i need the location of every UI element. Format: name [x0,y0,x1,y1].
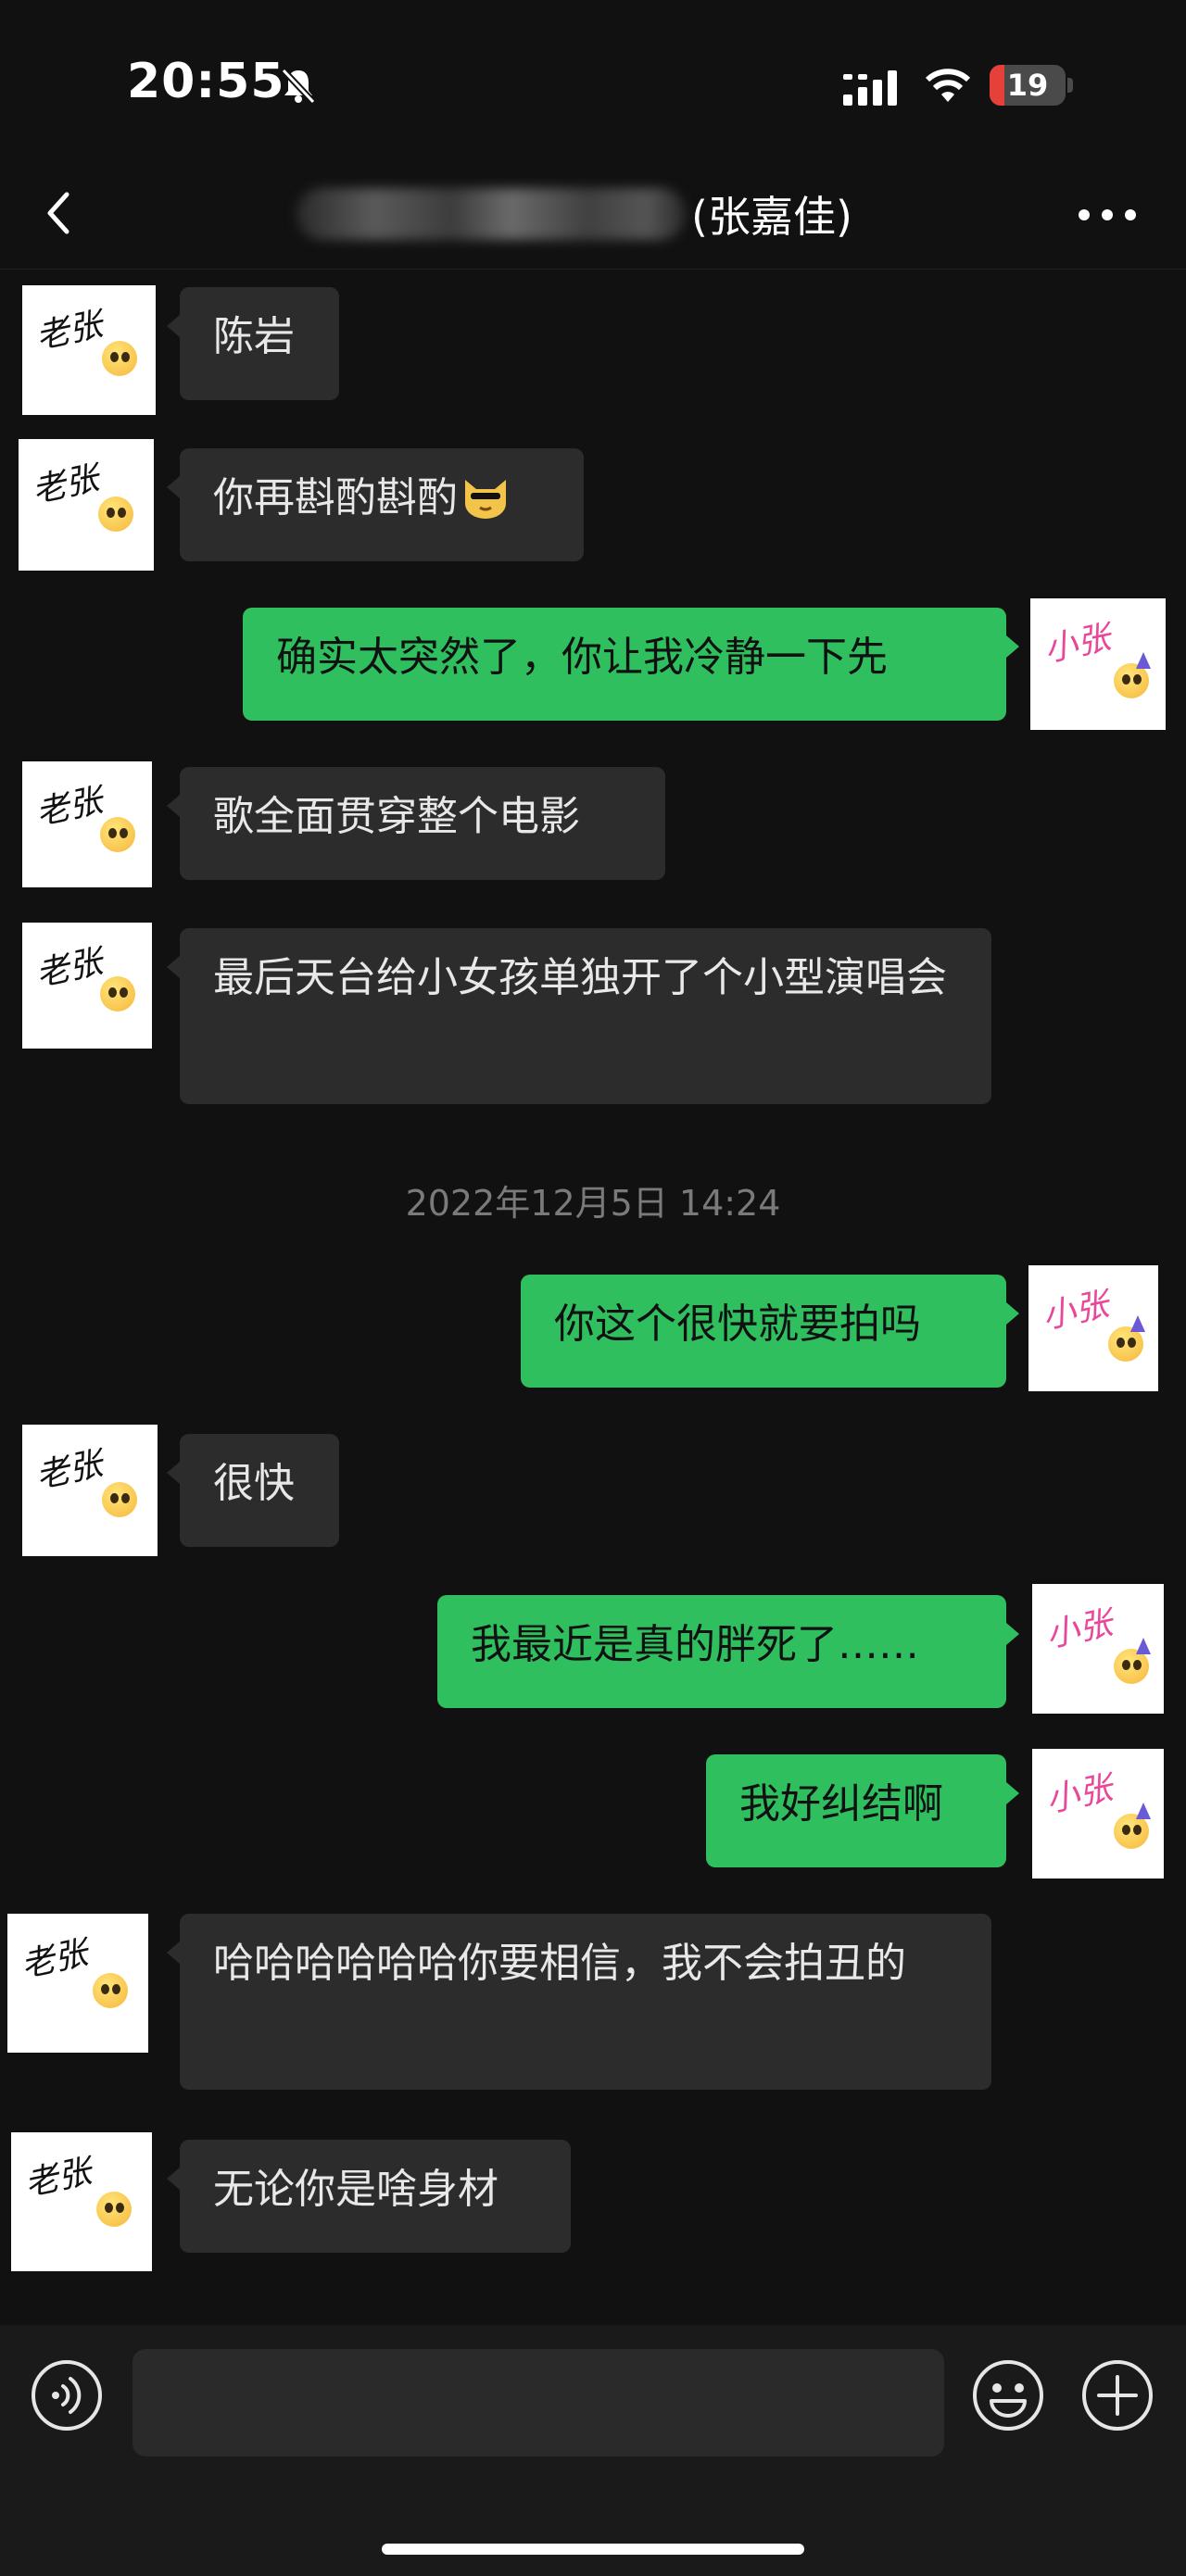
message-bubble[interactable]: 你再斟酌斟酌 [167,448,584,561]
status-bar: 20:55 19 [0,0,1186,176]
message-bubble[interactable]: 很快 [167,1434,339,1547]
cellular-signal-icon [843,70,897,106]
input-bar [0,2325,1186,2576]
cat-face-emoji-icon [465,480,506,519]
contact-avatar[interactable]: 老张 [22,285,156,415]
chat-title[interactable]: (张嘉佳) [296,182,852,246]
wifi-icon [925,69,971,102]
message-bubble[interactable]: 陈岩 [167,287,339,400]
status-time: 20:55 [127,54,285,109]
contact-avatar[interactable]: 老张 [11,2132,152,2271]
message-input[interactable] [132,2349,944,2457]
emoji-icon[interactable] [971,2358,1045,2432]
contact-avatar[interactable]: 老张 [22,923,152,1049]
message-bubble[interactable]: 我好纠结啊 [706,1754,1019,1867]
message-bubble[interactable]: 哈哈哈哈哈哈你要相信，我不会拍丑的 [167,1914,991,2090]
self-avatar[interactable]: 小张 [1028,1265,1158,1391]
message-bubble[interactable]: 无论你是啥身材 [167,2140,571,2253]
message-timestamp: 2022年12月5日 14:24 [405,1183,781,1224]
chat-title-text: (张嘉佳) [691,192,852,242]
message-bubble[interactable]: 确实太突然了，你让我冷静一下先 [243,608,1019,721]
battery-level: 19 [1006,68,1049,103]
more-dots-icon[interactable] [1075,204,1140,226]
self-avatar[interactable]: 小张 [1032,1749,1164,1879]
message-bubble[interactable]: 我最近是真的胖死了…… [437,1595,1019,1708]
message-bubble[interactable]: 你这个很快就要拍吗 [521,1275,1019,1388]
bell-slash-icon [281,68,316,105]
chevron-left-icon[interactable] [37,185,83,241]
voice-icon[interactable] [30,2358,104,2432]
redacted-name [296,188,686,240]
contact-avatar[interactable]: 老张 [22,761,152,887]
self-avatar[interactable]: 小张 [1030,598,1166,730]
home-indicator[interactable] [382,2544,804,2555]
contact-avatar[interactable]: 老张 [7,1914,148,2053]
message-bubble[interactable]: 最后天台给小女孩单独开了个小型演唱会 [167,928,991,1104]
self-avatar[interactable]: 小张 [1032,1584,1164,1714]
message-bubble[interactable]: 歌全面贯穿整个电影 [167,767,665,880]
chat-header: (张嘉佳) [0,157,1186,270]
plus-icon[interactable] [1080,2358,1154,2432]
contact-avatar[interactable]: 老张 [19,439,154,571]
battery-indicator: 19 [990,65,1073,106]
contact-avatar[interactable]: 老张 [22,1425,158,1556]
